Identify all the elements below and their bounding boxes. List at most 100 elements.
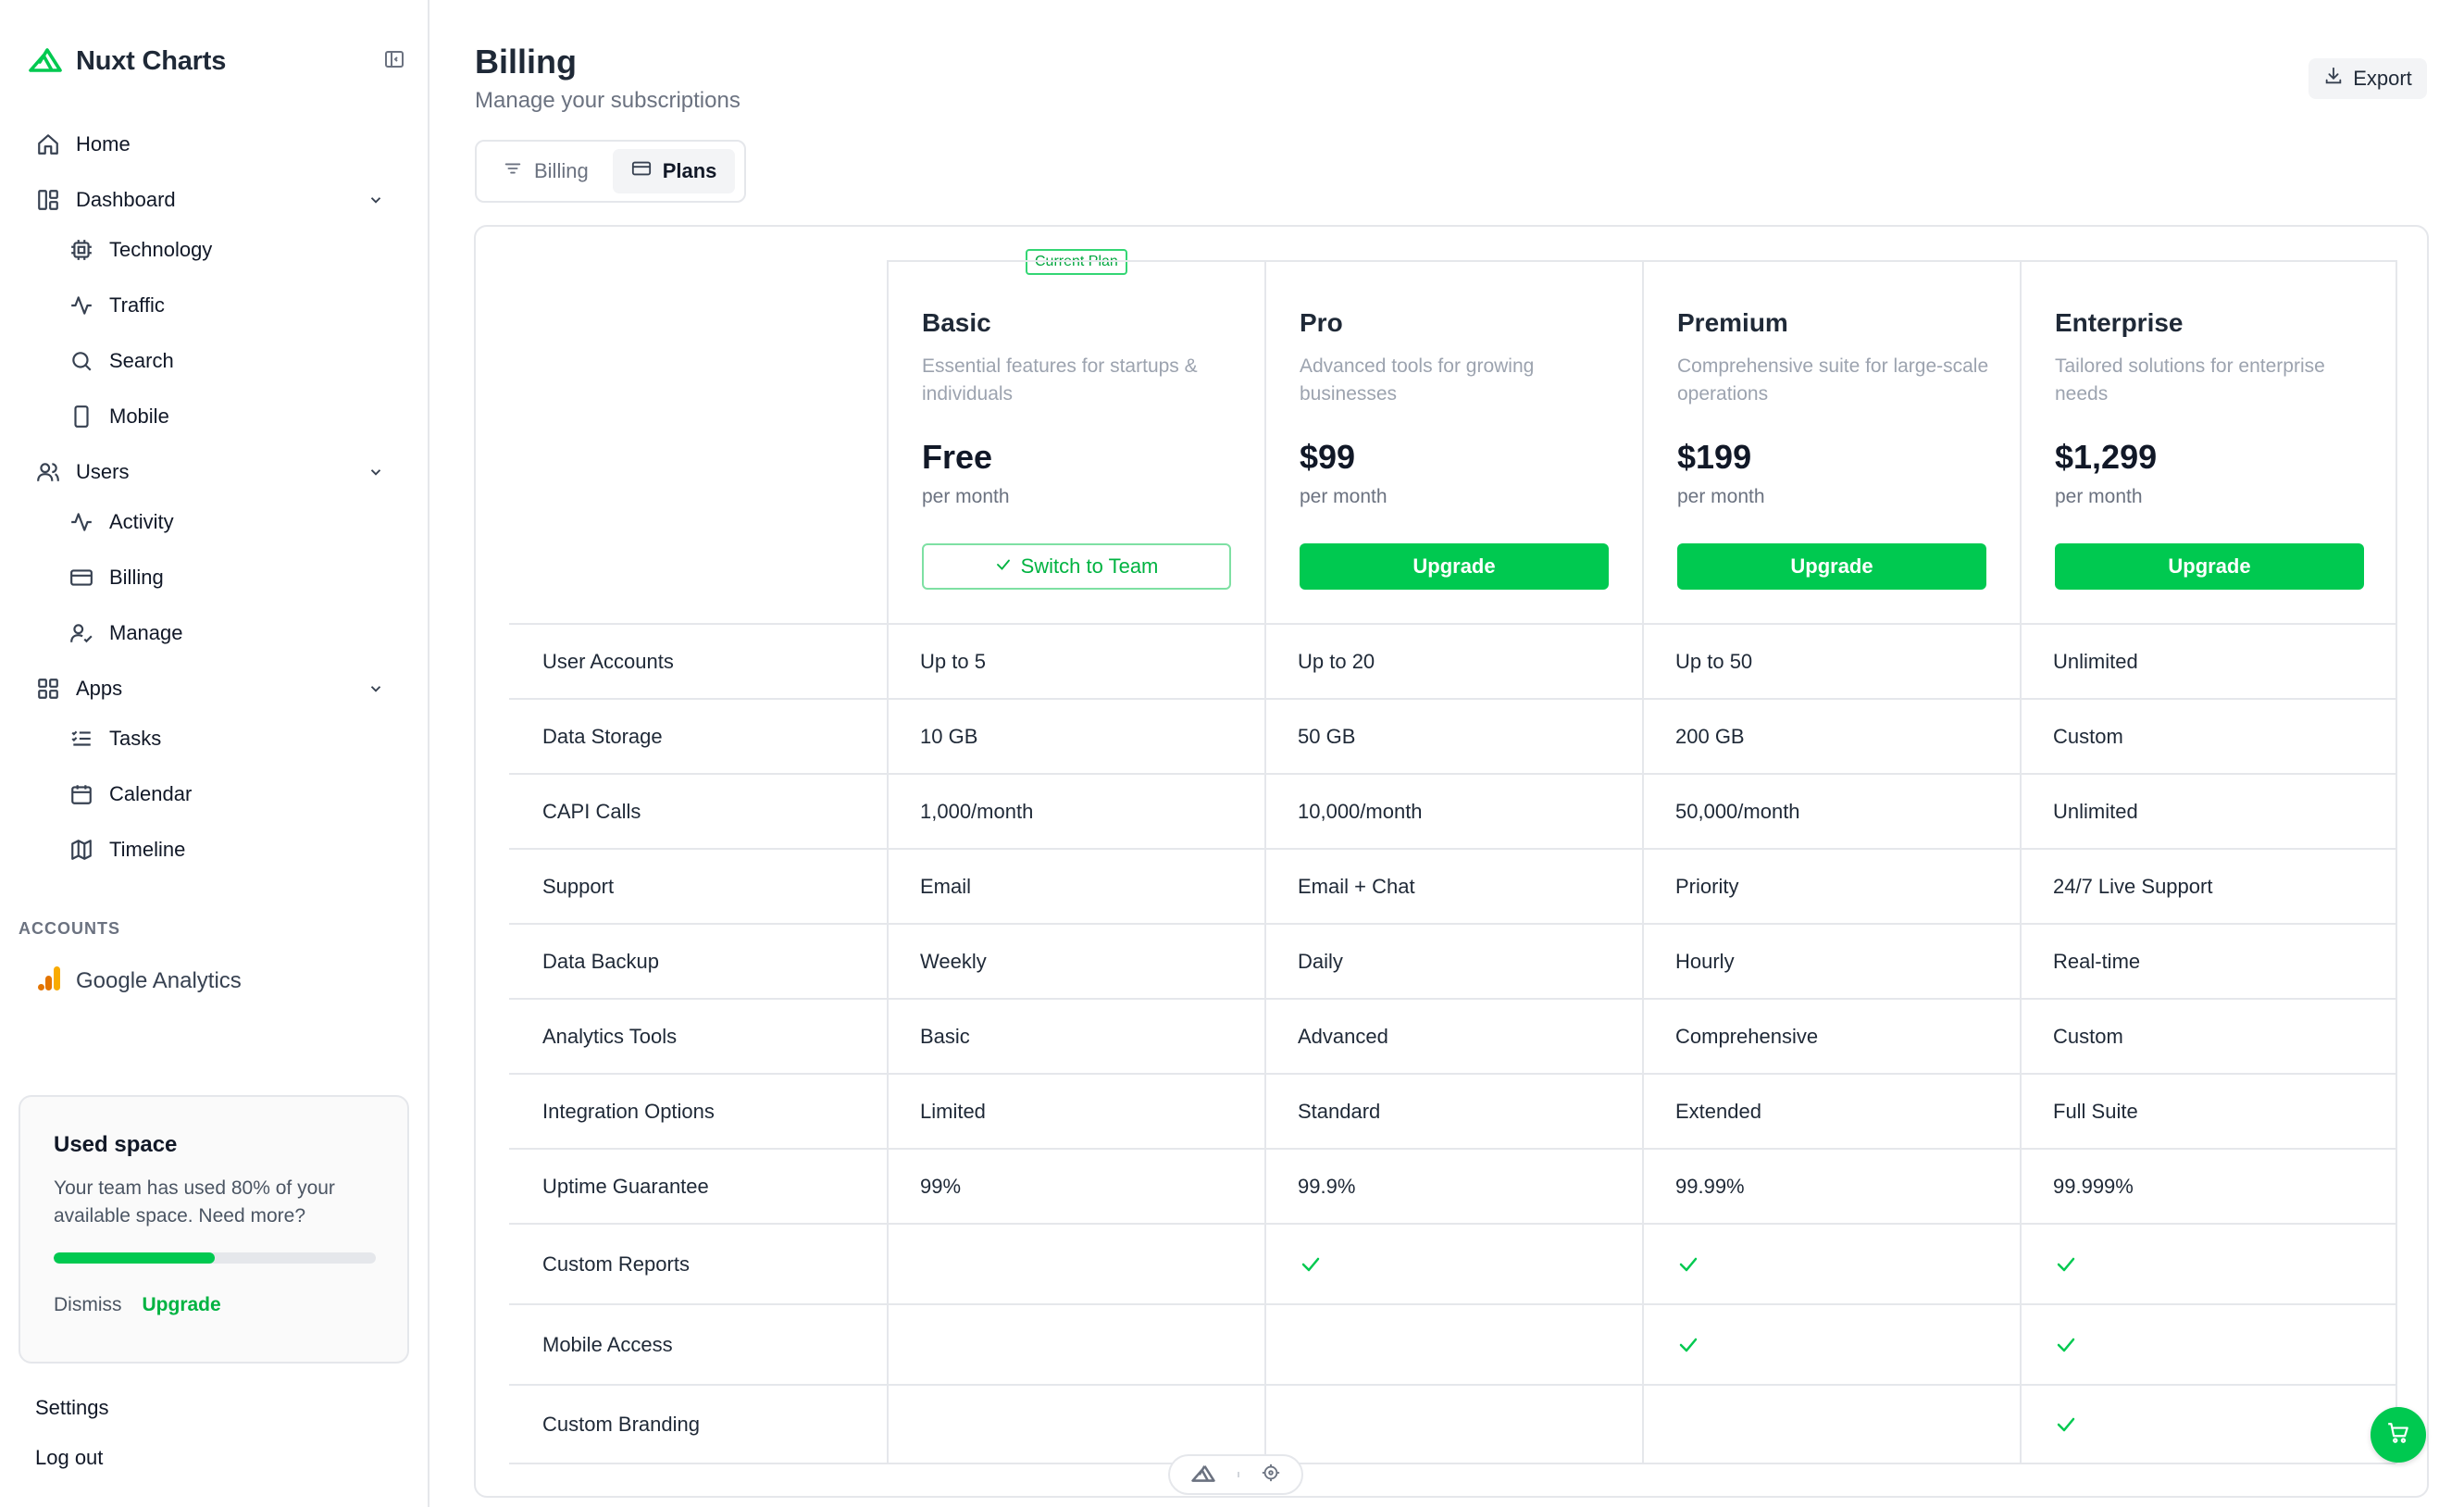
sidebar-item-label: Billing bbox=[109, 566, 164, 589]
table-row: Data Storage 10 GB 50 GB 200 GB Custom bbox=[509, 698, 2396, 773]
sidebar-item-timeline[interactable]: Timeline bbox=[68, 829, 185, 870]
plan-header: Pro Advanced tools for growing businesse… bbox=[1266, 260, 1644, 623]
sidebar-item-label: Technology bbox=[109, 238, 213, 261]
table-row: Support Email Email + Chat Priority 24/7 Liv… bbox=[509, 848, 2396, 923]
filter-icon bbox=[503, 158, 523, 184]
upgrade-premium-button[interactable]: Upgrade bbox=[1677, 543, 1986, 590]
feature-value: 10 GB bbox=[920, 724, 978, 748]
feature-value: Limited bbox=[920, 1099, 986, 1123]
sidebar-item-users[interactable]: Users bbox=[35, 452, 129, 492]
sidebar-item-technology[interactable]: Technology bbox=[68, 230, 212, 270]
sidebar-item-dashboard[interactable]: Dashboard bbox=[35, 180, 176, 220]
upgrade-pro-button[interactable]: Upgrade bbox=[1300, 543, 1609, 590]
users-chevron-down-icon[interactable] bbox=[365, 461, 387, 483]
download-icon bbox=[2323, 66, 2344, 92]
upgrade-link[interactable]: Upgrade bbox=[143, 1294, 221, 1316]
check-icon bbox=[1675, 1332, 1701, 1358]
cart-fab-button[interactable] bbox=[2371, 1407, 2426, 1463]
export-button[interactable]: Export bbox=[2308, 58, 2427, 99]
table-row: Custom Reports bbox=[509, 1223, 2396, 1303]
logout-link[interactable]: Log out bbox=[35, 1446, 103, 1470]
plan-period: per month bbox=[2055, 486, 2143, 507]
credit-card-icon bbox=[68, 565, 94, 591]
account-label: Google Analytics bbox=[76, 968, 242, 993]
feature-value: Standard bbox=[1298, 1099, 1381, 1123]
sidebar-item-activity[interactable]: Activity bbox=[68, 502, 174, 542]
nuxt-devtools-toggle[interactable] bbox=[1168, 1454, 1303, 1495]
home-icon bbox=[35, 131, 61, 157]
sidebar-item-label: Activity bbox=[109, 510, 174, 533]
dashboard-chevron-down-icon[interactable] bbox=[365, 189, 387, 211]
map-icon bbox=[68, 837, 94, 863]
sidebar-item-tasks[interactable]: Tasks bbox=[68, 718, 161, 759]
sidebar-item-label: Apps bbox=[76, 677, 123, 700]
upgrade-enterprise-button[interactable]: Upgrade bbox=[2055, 543, 2364, 590]
sidebar-item-billing[interactable]: Billing bbox=[68, 557, 164, 598]
brand-name: Nuxt Charts bbox=[76, 45, 227, 76]
tab-billing[interactable]: Billing bbox=[484, 149, 607, 193]
sidebar-item-mobile[interactable]: Mobile bbox=[68, 396, 169, 437]
brand[interactable]: Nuxt Charts bbox=[28, 43, 226, 80]
sidebar-item-calendar[interactable]: Calendar bbox=[68, 774, 192, 815]
check-icon bbox=[2053, 1252, 2079, 1277]
sidebar-item-label: Calendar bbox=[109, 782, 193, 805]
target-icon bbox=[1261, 1463, 1281, 1488]
sidebar-item-label: Dashboard bbox=[76, 188, 176, 211]
feature-name: Analytics Tools bbox=[542, 1024, 678, 1048]
plan-description: Tailored solutions for enterprise needs bbox=[2055, 355, 2325, 405]
feature-value: Weekly bbox=[920, 949, 987, 973]
tab-plans[interactable]: Plans bbox=[612, 149, 736, 193]
feature-value: 99.99% bbox=[1675, 1174, 1745, 1198]
feature-value: Custom bbox=[2053, 724, 2123, 748]
sidebar-item-apps[interactable]: Apps bbox=[35, 668, 122, 709]
plan-header: Premium Comprehensive suite for large-sc… bbox=[1644, 260, 2022, 623]
current-plan-badge: Current Plan bbox=[1026, 249, 1127, 275]
plan-price: Free bbox=[922, 438, 993, 476]
feature-value: 50 GB bbox=[1298, 724, 1356, 748]
feature-availability-cell bbox=[1298, 1225, 1324, 1303]
sidebar-item-manage[interactable]: Manage bbox=[68, 613, 183, 654]
feature-value: 200 GB bbox=[1675, 724, 1745, 748]
list-check-icon bbox=[68, 726, 94, 752]
tab-label: Billing bbox=[534, 159, 589, 182]
feature-value: Hourly bbox=[1675, 949, 1735, 973]
dismiss-button[interactable]: Dismiss bbox=[54, 1294, 122, 1316]
nuxt-logo-icon bbox=[1190, 1463, 1216, 1487]
plan-description: Essential features for startups & indivi… bbox=[922, 355, 1198, 405]
used-space-progress-fill bbox=[54, 1252, 215, 1264]
sidebar-item-search[interactable]: Search bbox=[68, 341, 174, 381]
credit-card-icon bbox=[631, 158, 652, 184]
feature-name: Custom Branding bbox=[542, 1412, 700, 1436]
export-label: Export bbox=[2353, 67, 2412, 90]
plan-description: Advanced tools for growing businesses bbox=[1300, 355, 1535, 405]
apps-chevron-down-icon[interactable] bbox=[365, 678, 387, 700]
sidebar-collapse-button[interactable] bbox=[380, 46, 409, 76]
table-row: Mobile Access bbox=[509, 1303, 2396, 1384]
feature-availability-cell bbox=[1675, 1305, 1701, 1384]
table-row: Integration Options Limited Standard Extend… bbox=[509, 1073, 2396, 1148]
mobile-icon bbox=[68, 404, 94, 430]
plan-name: Premium bbox=[1677, 308, 1788, 337]
tab-label: Plans bbox=[662, 159, 717, 182]
feature-name: Data Storage bbox=[542, 724, 663, 748]
plan-header: Enterprise Tailored solutions for enterp… bbox=[2022, 260, 2399, 623]
shopping-cart-icon bbox=[2386, 1421, 2410, 1450]
feature-value: Unlimited bbox=[2053, 649, 2138, 673]
feature-value: Up to 50 bbox=[1675, 649, 1753, 673]
account-google-analytics[interactable]: Google Analytics bbox=[37, 963, 242, 1000]
check-icon bbox=[2053, 1412, 2079, 1438]
switch-to-team-button[interactable]: Switch to Team bbox=[922, 543, 1231, 590]
feature-value: 24/7 Live Support bbox=[2053, 874, 2213, 898]
plan-name: Basic bbox=[922, 308, 991, 337]
sidebar-item-home[interactable]: Home bbox=[35, 124, 131, 165]
table-row: Analytics Tools Basic Advanced Comprehensiv… bbox=[509, 998, 2396, 1073]
feature-value: Priority bbox=[1675, 874, 1739, 898]
feature-value: Email bbox=[920, 874, 972, 898]
feature-value: Email + Chat bbox=[1298, 874, 1415, 898]
feature-name: Uptime Guarantee bbox=[542, 1174, 709, 1198]
sidebar-item-traffic[interactable]: Traffic bbox=[68, 285, 165, 326]
feature-value: Full Suite bbox=[2053, 1099, 2138, 1123]
feature-name: User Accounts bbox=[542, 649, 674, 673]
check-icon bbox=[2053, 1332, 2079, 1358]
settings-link[interactable]: Settings bbox=[35, 1396, 109, 1420]
